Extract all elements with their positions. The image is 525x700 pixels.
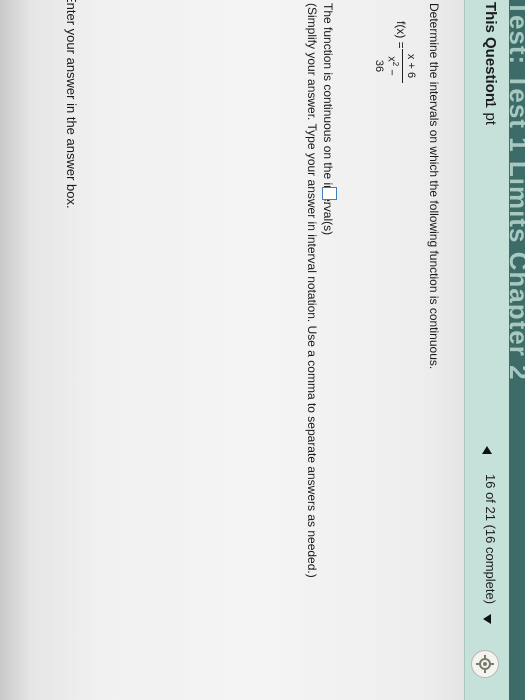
function-lhs: f(x) = bbox=[394, 21, 408, 49]
function-fraction: x + 6 x2 − 36 bbox=[373, 49, 417, 83]
settings-button[interactable] bbox=[471, 650, 499, 678]
question-page: Test: Test 1 Limits Chapter 2 This Quest… bbox=[0, 0, 525, 700]
answer-suffix: . bbox=[321, 201, 335, 205]
question-progress: 16 of 21 (16 complete) bbox=[483, 474, 498, 605]
footer-note: Enter your answer in the answer box. bbox=[64, 0, 79, 209]
answer-input-box[interactable] bbox=[322, 187, 337, 200]
photo-stage: Test: Test 1 Limits Chapter 2 This Quest… bbox=[0, 0, 525, 700]
question-points: 1 pt bbox=[482, 100, 499, 126]
fraction-bar bbox=[402, 49, 403, 83]
page-title: Test: Test 1 Limits Chapter 2 bbox=[509, 0, 525, 381]
settings-icon bbox=[476, 655, 494, 673]
question-instructions: Determine the intervals on which the fol… bbox=[427, 3, 441, 370]
fraction-denominator: x2 − 36 bbox=[373, 49, 400, 83]
answer-hint: (Simplify your answer. Type your answer … bbox=[305, 3, 319, 578]
previous-question-button[interactable] bbox=[482, 446, 492, 454]
fraction-numerator: x + 6 bbox=[405, 53, 417, 79]
question-header: This Question: 1 pt 16 of 21 (16 complet… bbox=[464, 0, 509, 700]
page-title-bar: Test: Test 1 Limits Chapter 2 bbox=[509, 0, 525, 700]
question-label: This Question: bbox=[482, 2, 499, 107]
question-list-dropdown-button[interactable] bbox=[483, 614, 491, 624]
